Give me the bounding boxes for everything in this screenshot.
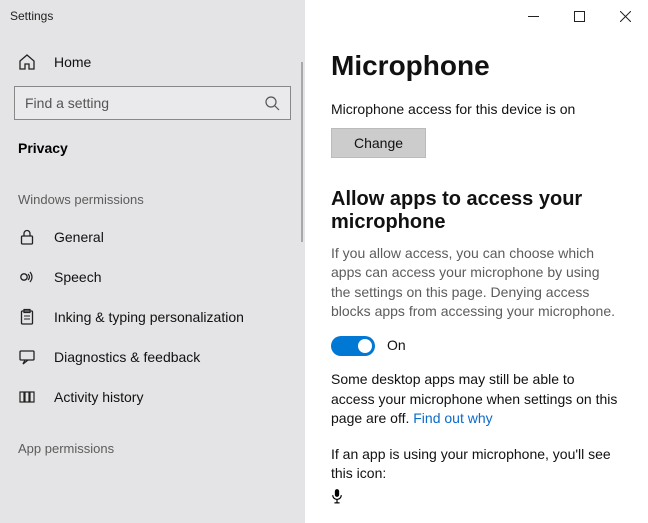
sidebar-item-home[interactable]: Home <box>0 42 305 82</box>
feedback-icon <box>18 348 36 366</box>
sidebar-item-label: Activity history <box>54 389 143 405</box>
maximize-button[interactable] <box>556 0 602 32</box>
change-button[interactable]: Change <box>331 128 426 158</box>
desktop-apps-note: Some desktop apps may still be able to a… <box>331 370 622 429</box>
toggle-state: On <box>387 336 406 356</box>
sidebar: Home Find a setting Privacy Windows perm… <box>0 32 305 523</box>
minimize-button[interactable] <box>510 0 556 32</box>
sidebar-item-general[interactable]: General <box>0 217 305 257</box>
sidebar-scrollbar[interactable] <box>301 62 303 242</box>
sidebar-item-label: Speech <box>54 269 101 285</box>
microphone-icon <box>331 488 343 509</box>
sidebar-item-diagnostics[interactable]: Diagnostics & feedback <box>0 337 305 377</box>
in-use-note: If an app is using your microphone, you'… <box>331 445 622 484</box>
sidebar-section-windows-permissions: Windows permissions <box>0 168 305 217</box>
access-status: Microphone access for this device is on <box>331 100 622 120</box>
find-out-why-link[interactable]: Find out why <box>413 410 492 426</box>
sidebar-item-label: General <box>54 229 104 245</box>
search-input[interactable]: Find a setting <box>14 86 291 120</box>
allow-toggle[interactable] <box>331 336 375 356</box>
sidebar-item-speech[interactable]: Speech <box>0 257 305 297</box>
sidebar-item-inking[interactable]: Inking & typing personalization <box>0 297 305 337</box>
search-icon <box>264 95 280 111</box>
window-title: Settings <box>0 0 305 32</box>
search-placeholder: Find a setting <box>25 95 264 111</box>
close-button[interactable] <box>602 0 648 32</box>
main-content: Microphone Microphone access for this de… <box>305 32 648 523</box>
sidebar-section-app-permissions: App permissions <box>0 417 305 466</box>
sidebar-item-label: Inking & typing personalization <box>54 309 244 325</box>
sidebar-item-label: Diagnostics & feedback <box>54 349 200 365</box>
allow-heading: Allow apps to access your microphone <box>331 188 622 234</box>
speech-icon <box>18 268 36 286</box>
allow-description: If you allow access, you can choose whic… <box>331 244 622 322</box>
home-icon <box>18 53 36 71</box>
activity-icon <box>18 388 36 406</box>
clipboard-icon <box>18 308 36 326</box>
page-title: Microphone <box>331 50 622 82</box>
sidebar-item-label: Home <box>54 54 91 70</box>
sidebar-item-activity[interactable]: Activity history <box>0 377 305 417</box>
lock-icon <box>18 228 36 246</box>
sidebar-item-label: Privacy <box>18 140 68 156</box>
sidebar-item-privacy[interactable]: Privacy <box>0 128 305 168</box>
